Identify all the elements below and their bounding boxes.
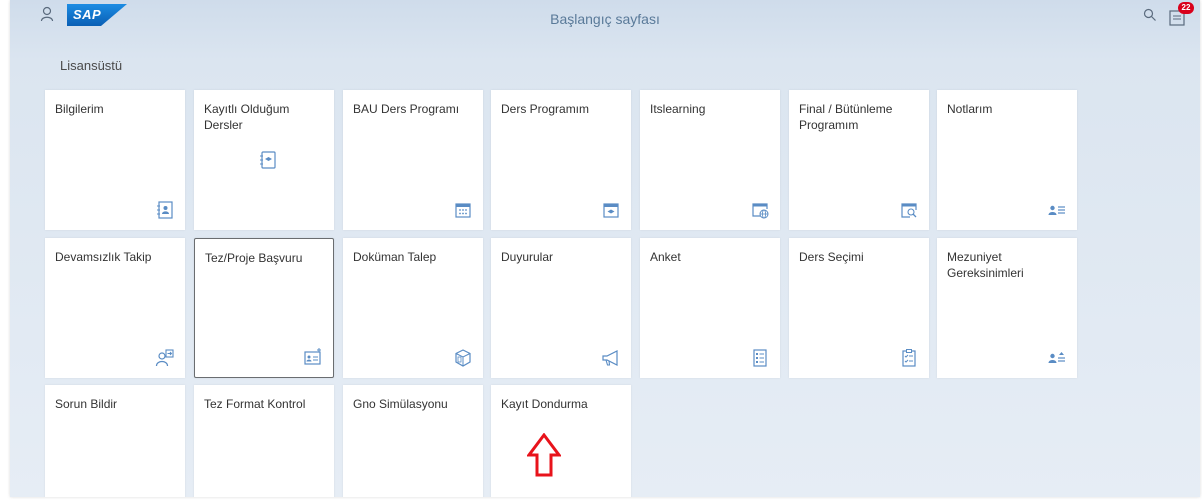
tile-title: Sorun Bildir [55,397,118,411]
tile-title: Mezuniyet Gereksinimleri [947,250,1024,280]
contact-card-icon [157,201,173,219]
search-icon[interactable] [1143,8,1157,22]
person-requirements-icon [1048,352,1065,363]
tile-title: BAU Ders Programı [353,102,460,116]
survey-icon [753,349,767,367]
tile-title: Gno Simülasyonu [353,397,448,411]
calendar-icon [455,203,471,218]
tile-ders-secimi[interactable]: Ders Seçimi [789,238,929,378]
tile-title: Anket [650,250,681,264]
tile-sorun-bildir[interactable]: Sorun Bildir [45,385,185,497]
launchpad-shell: SAP Başlangıç sayfası 22 Lisansüstü Bilg… [10,0,1200,497]
shell-header: SAP Başlangıç sayfası 22 [10,0,1200,40]
add-document-icon [304,348,321,365]
tile-dokuman-talep[interactable]: Doküman Talep [343,238,483,378]
tile-mezuniyet-gereksinimleri[interactable]: Mezuniyet Gereksinimleri [937,238,1077,378]
tile-itslearning[interactable]: Itslearning [640,90,780,230]
notifications-button[interactable]: 22 [1168,2,1196,28]
tile-title: Ders Seçimi [799,250,864,264]
tile-title: Doküman Talep [353,250,437,264]
tile-gno-simulasyonu[interactable]: Gno Simülasyonu [343,385,483,497]
megaphone-icon [602,350,618,366]
tile-title: Final / Bütünleme Programım [799,102,893,132]
tile-bau-ders-programi[interactable]: BAU Ders Programı [343,90,483,230]
education-calendar-icon [603,203,619,218]
section-title: Lisansüstü [60,58,123,73]
tile-title: Duyurular [501,250,554,264]
page-title: Başlangıç sayfası [550,11,660,27]
person-list-icon [1048,205,1065,215]
tile-title: Ders Programım [501,102,590,116]
tile-tez-proje-basvuru[interactable]: Tez/Proje Başvuru [194,238,334,378]
tile-title: Itslearning [650,102,706,116]
tile-bilgilerim[interactable]: Bilgilerim [45,90,185,230]
tile-title: Kayıtlı Olduğum Dersler [204,102,290,132]
tile-title: Devamsızlık Takip [55,250,152,264]
tile-tez-format-kontrol[interactable]: Tez Format Kontrol [194,385,334,497]
tile-title: Bilgilerim [55,102,104,116]
red-up-arrow-icon [527,433,561,477]
globe-calendar-icon [752,203,769,219]
tile-ders-programim[interactable]: Ders Programım [491,90,631,230]
tile-title: Kayıt Dondurma [501,397,588,411]
tile-kayitli-oldugum-dersler[interactable]: Kayıtlı Olduğum Dersler [194,90,334,230]
tile-devamsizlik-takip[interactable]: Devamsızlık Takip [45,238,185,378]
tile-title: Notlarım [947,102,993,116]
checklist-icon [902,349,916,367]
tile-title: Tez/Proje Başvuru [205,251,303,265]
tile-kayit-dondurma[interactable]: Kayıt Dondurma [491,385,631,497]
tile-duyurular[interactable]: Duyurular [491,238,631,378]
tile-anket[interactable]: Anket [640,238,780,378]
tile-notlarim[interactable]: Notlarım [937,90,1077,230]
course-book-icon [260,151,276,169]
tile-final-butunleme-programim[interactable]: Final / Bütünleme Programım [789,90,929,230]
notification-badge: 22 [1178,2,1194,14]
product-box-icon [455,349,471,367]
person-arrow-icon [155,349,174,367]
tile-title: Tez Format Kontrol [204,397,306,411]
calendar-search-icon [901,203,917,218]
